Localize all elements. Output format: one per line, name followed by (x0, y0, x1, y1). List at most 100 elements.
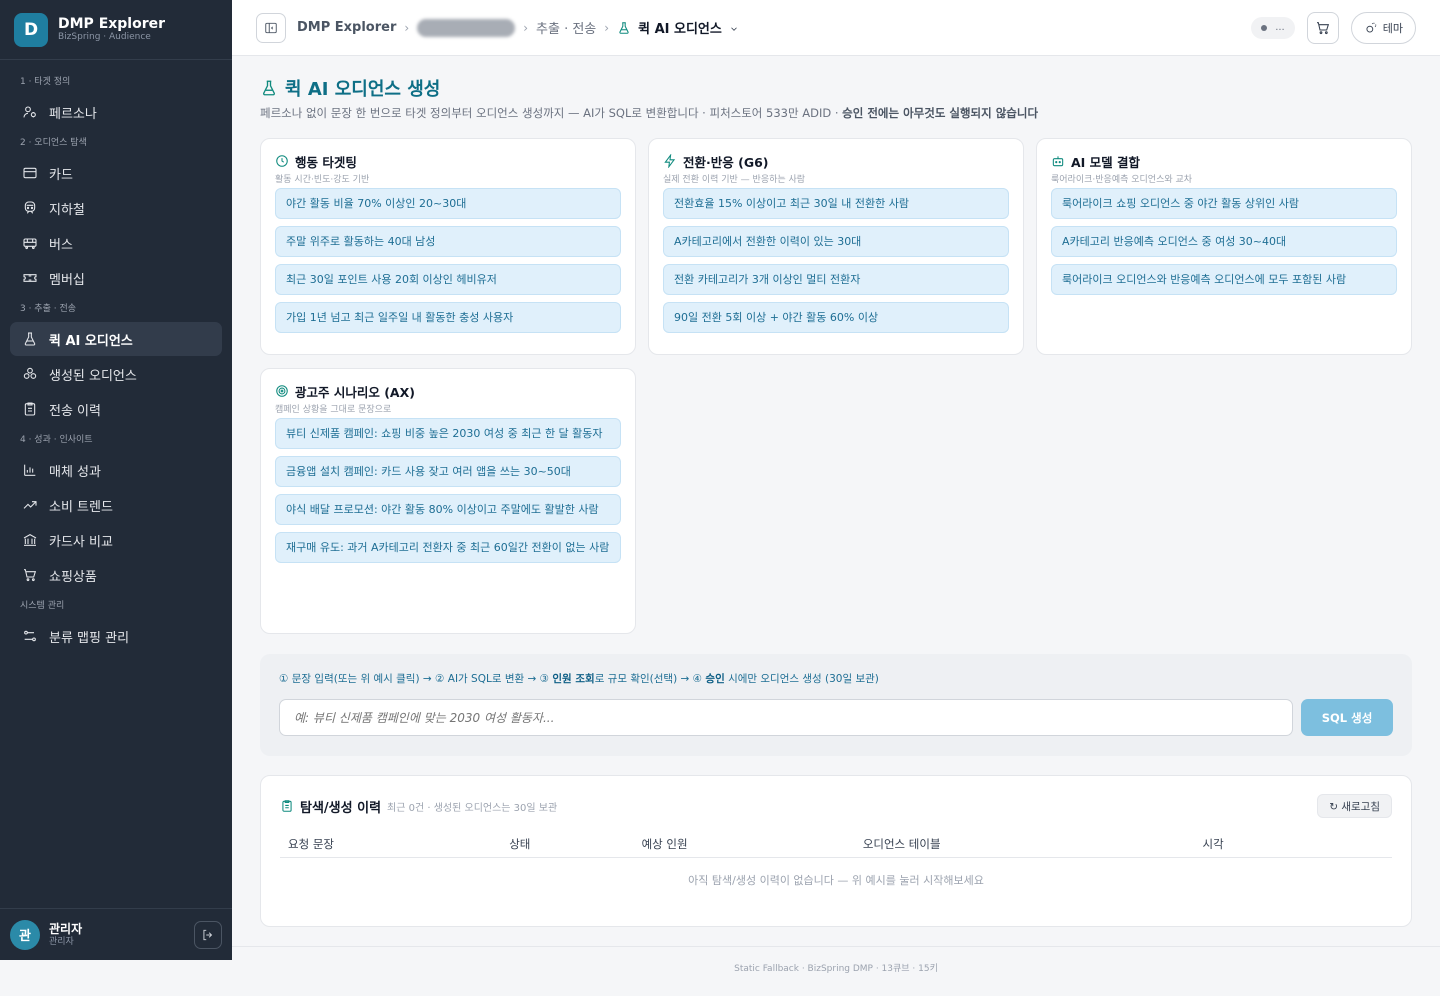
example-chip[interactable]: 룩어라이크 쇼핑 오디언스 중 야간 활동 상위인 사람 (1051, 188, 1397, 219)
cart-button[interactable] (1306, 11, 1339, 44)
example-chip[interactable]: A카테고리에서 전환한 이력이 있는 30대 (663, 226, 1009, 257)
page-title: 퀵 AI 오디언스 생성 (260, 76, 1412, 100)
cart-icon (24, 569, 37, 582)
example-chip[interactable]: 90일 전환 5회 이상 + 야간 활동 60% 이상 (663, 302, 1009, 333)
breadcrumb-current-label: 퀵 AI 오디언스 (638, 22, 722, 37)
card-subtitle: 실제 전환 이력 기반 — 반응하는 사람 (663, 175, 806, 185)
brand-title: DMP Explorer (58, 16, 166, 32)
sidebar-item-label: 퀵 AI 오디언스 (49, 333, 133, 349)
column-header[interactable]: 요청 문장 (280, 836, 501, 852)
sidebar-item[interactable]: 지하철 (10, 191, 222, 225)
bank-icon (23, 534, 37, 546)
clock-icon (276, 155, 288, 167)
bar-chart-icon (24, 464, 36, 476)
card-title-text: AI 모델 결합 (1071, 154, 1141, 170)
example-chip[interactable]: 야식 배달 프로모션: 야간 활동 80% 이상이고 주말에도 활발한 사람 (275, 494, 621, 525)
card-subtitle: 캠페인 상황을 그대로 문장으로 (275, 405, 392, 415)
card-subtitle: 활동 시간·빈도·강도 기반 (275, 175, 370, 185)
history-title-text: 탐색/생성 이력 (300, 800, 382, 816)
sidebar-item[interactable]: 쇼핑상품 (10, 558, 222, 592)
sidebar-item-label: 버스 (49, 237, 73, 253)
step-text: ① 문장 입력(또는 위 예시 클릭) → ② AI가 SQL로 변환 → ③ (279, 673, 553, 685)
sidebar-item-label: 생성된 오디언스 (49, 368, 137, 384)
theme-button[interactable]: 테마 (1350, 11, 1416, 44)
example-chip[interactable]: 재구매 유도: 과거 A카테고리 전환자 중 최근 60일간 전환이 없는 사람 (275, 532, 621, 563)
cluster-icon (23, 367, 37, 379)
avatar[interactable]: 관 (10, 919, 40, 950)
target-icon (276, 385, 288, 397)
sidebar-item[interactable]: 버스 (10, 226, 222, 260)
sidebar-item[interactable]: 생성된 오디언스 (10, 357, 222, 391)
bus-icon (23, 238, 37, 250)
prompt-input[interactable] (279, 699, 1293, 736)
example-chip[interactable]: 최근 30일 포인트 사용 20회 이상인 헤비유저 (275, 264, 621, 295)
user-role: 관리자 (49, 936, 74, 947)
bottom-strip (0, 960, 232, 996)
refresh-button[interactable]: ↻ 새로고침 (1317, 794, 1392, 818)
sidebar-item-label: 소비 트렌드 (49, 499, 113, 515)
sql-generate-button[interactable]: SQL 생성 (1301, 699, 1393, 736)
page-description-text: 페르소나 없이 문장 한 번으로 타겟 정의부터 오디언스 생성까지 — AI가… (260, 106, 843, 120)
sidebar-item-label: 쇼핑상품 (49, 569, 97, 585)
step-text: 승인 (705, 673, 725, 685)
ticket-icon (23, 274, 37, 282)
example-card: AI 모델 결합룩어라이크·반응예측 오디언스와 교차룩어라이크 쇼핑 오디언스… (1036, 138, 1412, 355)
sidebar-item[interactable]: 카드 (10, 156, 222, 190)
breadcrumb-section[interactable]: 추출 · 전송 (536, 18, 596, 37)
sidebar-item[interactable]: 전송 이력 (10, 392, 222, 426)
example-chip[interactable]: 가입 1년 넘고 최근 일주일 내 활동한 충성 사용자 (275, 302, 621, 333)
clipboard-icon (282, 800, 292, 812)
page-footer: Static Fallback · BizSpring DMP · 13큐브 ·… (232, 946, 1440, 996)
brand-logo: D (14, 12, 48, 47)
example-chip[interactable]: 뷰티 신제품 캠페인: 쇼핑 비중 높은 2030 여성 중 최근 한 달 활동… (275, 418, 621, 449)
column-header[interactable]: 오디언스 테이블 (855, 836, 1195, 852)
page-title-text: 퀵 AI 오디언스 생성 (285, 79, 441, 100)
sidebar-section-label: 2 · 오디언스 탐색 (20, 138, 87, 148)
column-header[interactable]: 시각 (1194, 836, 1392, 852)
history-empty-message: 아직 탐색/생성 이력이 없습니다 — 위 예시를 눌러 시작해보세요 (688, 874, 984, 887)
clipboard-icon (24, 402, 36, 416)
breadcrumb-root[interactable]: DMP Explorer (297, 20, 396, 35)
card-title-text: 광고주 시나리오 (AX) (295, 384, 415, 400)
step-guide: ① 문장 입력(또는 위 예시 클릭) → ② AI가 SQL로 변환 → ③ … (279, 670, 1393, 688)
example-chip[interactable]: 룩어라이크 오디언스와 반응예측 오디언스에 모두 포함된 사람 (1051, 264, 1397, 295)
sidebar-section-label: 3 · 추출 · 전송 (20, 304, 77, 314)
brand[interactable]: D DMP Explorer BizSpring · Audience (0, 0, 232, 60)
example-chip[interactable]: 금융앱 설치 캠페인: 카드 사용 잦고 여러 앱을 쓰는 30~50대 (275, 456, 621, 487)
mapping-icon (24, 630, 36, 642)
flask-icon (24, 332, 36, 346)
sidebar-item[interactable]: 멤버십 (10, 261, 222, 295)
column-header[interactable]: 예상 인원 (634, 836, 855, 852)
sidebar-item-label: 매체 성과 (49, 464, 101, 480)
logout-button[interactable] (194, 920, 222, 949)
sidebar-item[interactable]: 매체 성과 (10, 453, 222, 487)
example-chip[interactable]: A카테고리 반응예측 오디언스 중 여성 30~40대 (1051, 226, 1397, 257)
sidebar-item-label: 지하철 (49, 202, 85, 218)
logout-icon (203, 929, 213, 940)
example-card: 광고주 시나리오 (AX) 캠페인 상황을 그대로 문장으로뷰티 신제품 캠페인:… (260, 368, 636, 634)
sidebar-item[interactable]: 페르소나 (10, 95, 222, 129)
example-chip[interactable]: 전환 카테고리가 3개 이상인 멀티 전환자 (663, 264, 1009, 295)
example-chip[interactable]: 전환효율 15% 이상이고 최근 30일 내 전환한 사람 (663, 188, 1009, 219)
top-header: DMP Explorer › › 추출 · 전송 › 퀵 AI 오디언스 ...… (232, 0, 1440, 56)
persona-icon (22, 104, 38, 120)
breadcrumb-separator: › (604, 20, 610, 35)
example-chip[interactable]: 주말 위주로 활동하는 40대 남성 (275, 226, 621, 257)
sidebar-item-label: 멤버십 (49, 272, 85, 288)
sidebar-item[interactable]: 퀵 AI 오디언스 (10, 322, 222, 356)
breadcrumb-separator: › (523, 20, 529, 35)
card-title: 전환·반응 (G6) (663, 153, 1009, 170)
bus-icon (22, 235, 38, 251)
bar-chart-icon (22, 462, 38, 478)
status-badge: ... (1251, 16, 1295, 39)
example-chip[interactable]: 야간 활동 비율 70% 이상인 20~30대 (275, 188, 621, 219)
column-header[interactable]: 상태 (501, 836, 633, 852)
sidebar-item[interactable]: 분류 맵핑 관리 (10, 619, 222, 653)
sidebar-item[interactable]: 소비 트렌드 (10, 488, 222, 522)
example-card: 전환·반응 (G6) 실제 전환 이력 기반 — 반응하는 사람전환효율 15% … (648, 138, 1024, 355)
card-subtitle: 룩어라이크·반응예측 오디언스와 교차 (1051, 175, 1193, 185)
sidebar-toggle-button[interactable] (256, 12, 286, 43)
sidebar-item[interactable]: 카드사 비교 (10, 523, 222, 557)
breadcrumb-current[interactable]: 퀵 AI 오디언스 (617, 18, 739, 37)
sidebar-nav: 1 · 타겟 정의 페르소나 2 · 오디언스 탐색 카드 지하철 버스 멤버십 3 · 추출… (0, 60, 232, 653)
